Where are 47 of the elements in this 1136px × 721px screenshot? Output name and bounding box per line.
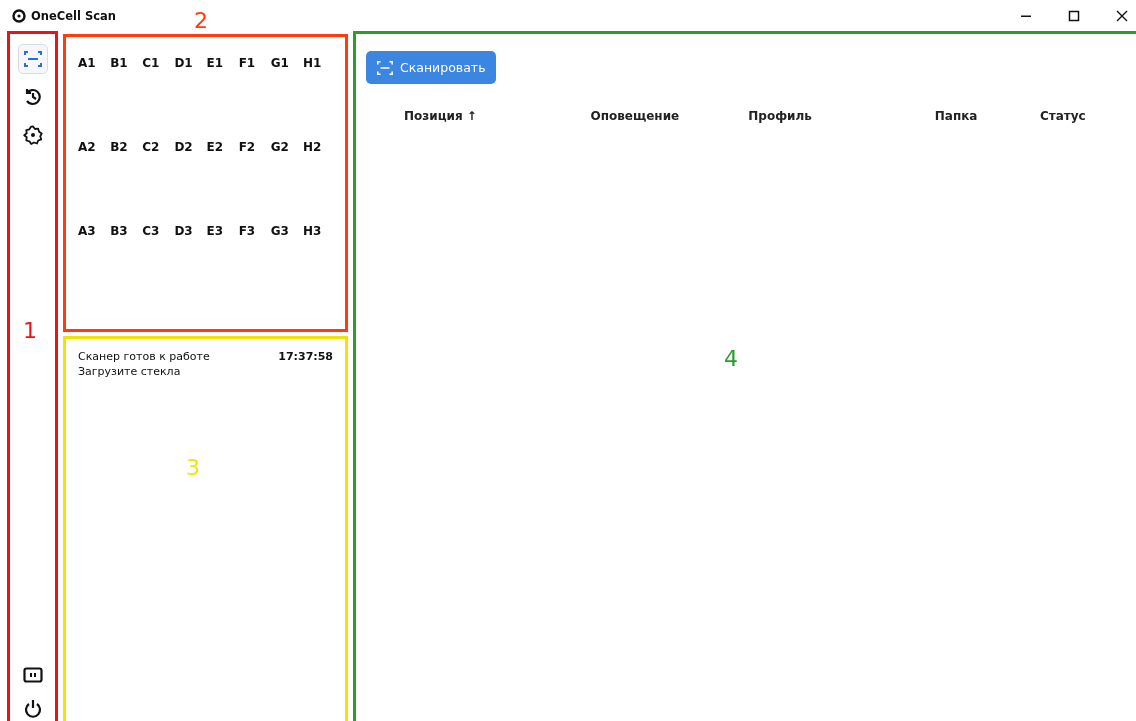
well-label[interactable]: G1 <box>270 56 303 70</box>
well-label[interactable]: F2 <box>238 140 271 154</box>
log-message: Загрузите стекла <box>78 364 182 379</box>
well-label[interactable]: G3 <box>270 224 303 238</box>
window-title: OneCell Scan <box>31 8 116 23</box>
gear-icon <box>22 125 43 145</box>
power-icon[interactable] <box>22 699 43 719</box>
scan-button[interactable]: Сканировать <box>366 51 496 84</box>
close-icon[interactable] <box>1116 9 1128 22</box>
scan-nav-button[interactable] <box>17 44 48 74</box>
column-header[interactable]: Оповещение <box>590 109 749 123</box>
well-label[interactable]: H2 <box>302 140 335 154</box>
well-label[interactable]: C2 <box>142 140 175 154</box>
well-label[interactable]: D2 <box>174 140 207 154</box>
well-label[interactable]: C3 <box>142 224 175 238</box>
well-label[interactable]: A3 <box>78 224 111 238</box>
well-label[interactable]: A1 <box>78 56 111 70</box>
well-label[interactable]: H1 <box>302 56 335 70</box>
annotation-number: 3 <box>186 457 200 479</box>
well-label[interactable]: F1 <box>238 56 271 70</box>
column-header[interactable]: Папка <box>934 109 1040 123</box>
well-label[interactable]: B1 <box>110 56 143 70</box>
well-label[interactable]: D3 <box>174 224 207 238</box>
annotation-number: 2 <box>194 10 208 32</box>
column-header[interactable]: Позиция ↑ <box>404 109 591 123</box>
maximize-icon[interactable] <box>1068 9 1080 22</box>
well-label[interactable]: B2 <box>110 140 143 154</box>
app-logo-icon <box>12 8 26 23</box>
annotation-number: 1 <box>23 320 37 342</box>
log-time: 17:37:58 <box>278 349 333 365</box>
well-label[interactable]: E1 <box>206 56 239 70</box>
scan-frame-icon <box>22 49 43 69</box>
well-label[interactable]: F3 <box>238 224 271 238</box>
well-label[interactable]: E3 <box>206 224 239 238</box>
well-label[interactable]: B3 <box>110 224 143 238</box>
column-header[interactable]: Статус <box>1039 109 1126 123</box>
well-label[interactable]: C1 <box>142 56 175 70</box>
well-label[interactable]: A2 <box>78 140 111 154</box>
column-header[interactable]: Профиль <box>748 109 935 123</box>
log-message: Сканер готов к работе <box>78 349 210 364</box>
well-label[interactable]: G2 <box>270 140 303 154</box>
panel-icon[interactable] <box>22 667 43 683</box>
well-label[interactable]: D1 <box>174 56 207 70</box>
well-label[interactable]: E2 <box>206 140 239 154</box>
scan-frame-icon <box>376 58 394 77</box>
well-label[interactable]: H3 <box>302 224 335 238</box>
annotation-number: 4 <box>724 348 738 370</box>
